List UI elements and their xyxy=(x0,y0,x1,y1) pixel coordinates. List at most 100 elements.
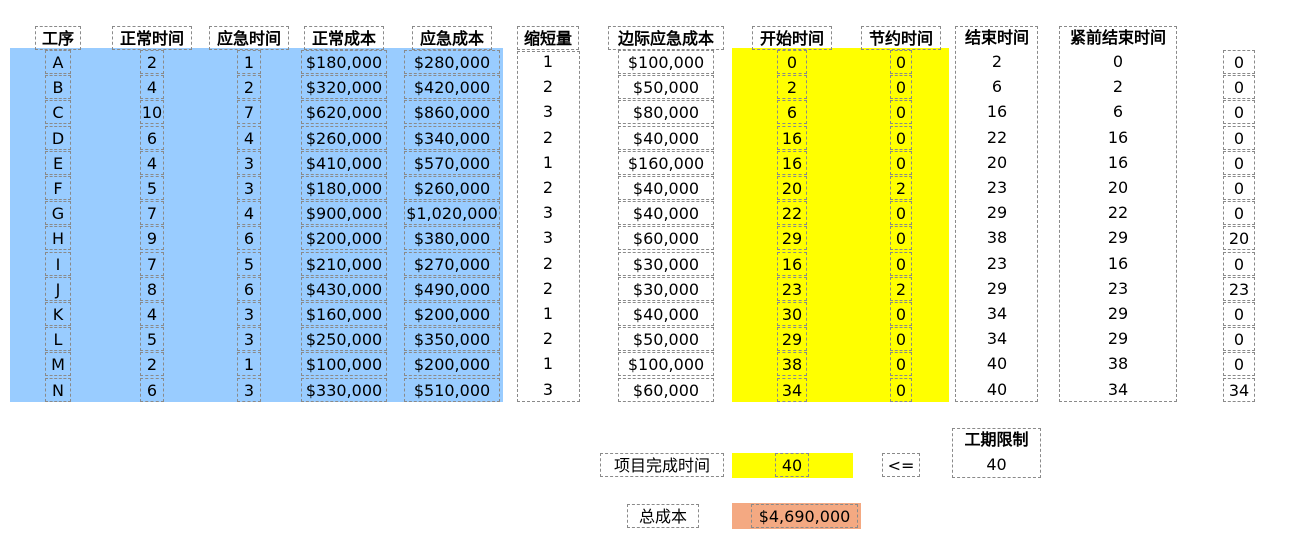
cell-crash-time[interactable]: 4 xyxy=(237,201,261,226)
cell-crash-time[interactable]: 3 xyxy=(237,377,261,402)
cell-marginal-cost[interactable]: $160,000 xyxy=(618,150,714,175)
cell-normal-cost[interactable]: $430,000 xyxy=(301,276,387,301)
cell-extra[interactable]: 0 xyxy=(1223,251,1255,276)
cell-crash-cost[interactable]: $270,000 xyxy=(404,251,500,276)
cell-finish-time[interactable]: 2 xyxy=(967,50,1027,74)
cell-crash-time[interactable]: 5 xyxy=(237,251,261,276)
cell-marginal-cost[interactable]: $30,000 xyxy=(618,251,714,276)
cell-saved-time[interactable]: 0 xyxy=(890,50,912,74)
cell-extra[interactable]: 0 xyxy=(1223,327,1255,352)
cell-saved-time[interactable]: 0 xyxy=(890,75,912,100)
total-cost-value[interactable]: $4,690,000 xyxy=(751,504,858,528)
cell-finish-time[interactable]: 29 xyxy=(967,201,1027,225)
cell-marginal-cost[interactable]: $100,000 xyxy=(618,352,714,377)
cell-pred-finish[interactable]: 0 xyxy=(1088,50,1148,74)
cell-start-time[interactable]: 6 xyxy=(777,100,807,125)
cell-reduction[interactable]: 3 xyxy=(518,226,578,250)
cell-normal-cost[interactable]: $260,000 xyxy=(301,125,387,150)
cell-crash-cost[interactable]: $510,000 xyxy=(404,377,500,402)
cell-saved-time[interactable]: 0 xyxy=(890,302,912,326)
cell-task[interactable]: G xyxy=(45,201,71,226)
cell-reduction[interactable]: 2 xyxy=(518,176,578,200)
cell-normal-cost[interactable]: $180,000 xyxy=(301,176,387,200)
cell-start-time[interactable]: 34 xyxy=(777,377,807,402)
cell-task[interactable]: H xyxy=(45,226,71,251)
cell-marginal-cost[interactable]: $40,000 xyxy=(618,125,714,150)
cell-normal-cost[interactable]: $320,000 xyxy=(301,75,387,100)
cell-normal-cost[interactable]: $410,000 xyxy=(301,150,387,175)
cell-pred-finish[interactable]: 29 xyxy=(1088,327,1148,351)
cell-crash-cost[interactable]: $380,000 xyxy=(404,226,500,251)
cell-pred-finish[interactable]: 34 xyxy=(1088,378,1148,402)
cell-saved-time[interactable]: 0 xyxy=(890,377,912,402)
cell-pred-finish[interactable]: 16 xyxy=(1088,126,1148,150)
cell-start-time[interactable]: 0 xyxy=(777,50,807,74)
cell-crash-cost[interactable]: $570,000 xyxy=(404,150,500,175)
deadline-value[interactable]: 40 xyxy=(952,453,1041,477)
cell-reduction[interactable]: 2 xyxy=(518,277,578,301)
cell-finish-time[interactable]: 22 xyxy=(967,126,1027,150)
cell-normal-time[interactable]: 5 xyxy=(140,327,164,352)
cell-crash-cost[interactable]: $200,000 xyxy=(404,302,500,326)
cell-pred-finish[interactable]: 16 xyxy=(1088,151,1148,175)
cell-saved-time[interactable]: 0 xyxy=(890,251,912,276)
cell-start-time[interactable]: 38 xyxy=(777,352,807,377)
cell-extra[interactable]: 23 xyxy=(1223,276,1255,301)
cell-saved-time[interactable]: 0 xyxy=(890,201,912,226)
cell-extra[interactable]: 0 xyxy=(1223,352,1255,377)
cell-finish-time[interactable]: 34 xyxy=(967,302,1027,326)
cell-normal-time[interactable]: 5 xyxy=(140,176,164,200)
cell-finish-time[interactable]: 16 xyxy=(967,100,1027,124)
cell-finish-time[interactable]: 20 xyxy=(967,151,1027,175)
cell-normal-time[interactable]: 9 xyxy=(140,226,164,251)
cell-pred-finish[interactable]: 16 xyxy=(1088,252,1148,276)
cell-saved-time[interactable]: 0 xyxy=(890,100,912,125)
cell-task[interactable]: N xyxy=(45,377,71,402)
cell-normal-time[interactable]: 6 xyxy=(140,377,164,402)
cell-extra[interactable]: 0 xyxy=(1223,125,1255,150)
cell-task[interactable]: C xyxy=(45,100,71,125)
cell-pred-finish[interactable]: 6 xyxy=(1088,100,1148,124)
cell-crash-cost[interactable]: $340,000 xyxy=(404,125,500,150)
cell-pred-finish[interactable]: 38 xyxy=(1088,352,1148,376)
cell-normal-cost[interactable]: $250,000 xyxy=(301,327,387,352)
cell-start-time[interactable]: 23 xyxy=(777,276,807,301)
cell-reduction[interactable]: 3 xyxy=(518,378,578,402)
cell-extra[interactable]: 34 xyxy=(1223,377,1255,402)
cell-start-time[interactable]: 20 xyxy=(777,176,807,200)
cell-extra[interactable]: 0 xyxy=(1223,100,1255,125)
cell-task[interactable]: I xyxy=(45,251,71,276)
cell-finish-time[interactable]: 23 xyxy=(967,176,1027,200)
cell-normal-cost[interactable]: $620,000 xyxy=(301,100,387,125)
cell-pred-finish[interactable]: 23 xyxy=(1088,277,1148,301)
cell-start-time[interactable]: 16 xyxy=(777,251,807,276)
cell-crash-time[interactable]: 1 xyxy=(237,352,261,377)
cell-reduction[interactable]: 2 xyxy=(518,126,578,150)
cell-saved-time[interactable]: 0 xyxy=(890,150,912,175)
cell-task[interactable]: F xyxy=(45,176,71,200)
cell-marginal-cost[interactable]: $100,000 xyxy=(618,50,714,74)
cell-finish-time[interactable]: 40 xyxy=(967,352,1027,376)
cell-normal-cost[interactable]: $200,000 xyxy=(301,226,387,251)
cell-pred-finish[interactable]: 2 xyxy=(1088,75,1148,99)
cell-normal-time[interactable]: 4 xyxy=(140,75,164,100)
cell-normal-time[interactable]: 2 xyxy=(140,50,164,74)
cell-task[interactable]: E xyxy=(45,150,71,175)
cell-saved-time[interactable]: 0 xyxy=(890,327,912,352)
cell-task[interactable]: B xyxy=(45,75,71,100)
cell-normal-cost[interactable]: $330,000 xyxy=(301,377,387,402)
cell-finish-time[interactable]: 40 xyxy=(967,378,1027,402)
cell-crash-cost[interactable]: $350,000 xyxy=(404,327,500,352)
cell-crash-cost[interactable]: $420,000 xyxy=(404,75,500,100)
cell-start-time[interactable]: 16 xyxy=(777,150,807,175)
cell-normal-cost[interactable]: $100,000 xyxy=(301,352,387,377)
cell-crash-time[interactable]: 3 xyxy=(237,150,261,175)
cell-normal-cost[interactable]: $180,000 xyxy=(301,50,387,74)
cell-normal-time[interactable]: 7 xyxy=(140,201,164,226)
cell-task[interactable]: A xyxy=(45,50,71,74)
cell-crash-cost[interactable]: $1,020,000 xyxy=(404,201,500,226)
cell-crash-time[interactable]: 6 xyxy=(237,276,261,301)
cell-extra[interactable]: 0 xyxy=(1223,201,1255,226)
cell-marginal-cost[interactable]: $80,000 xyxy=(618,100,714,125)
cell-extra[interactable]: 20 xyxy=(1223,226,1255,251)
